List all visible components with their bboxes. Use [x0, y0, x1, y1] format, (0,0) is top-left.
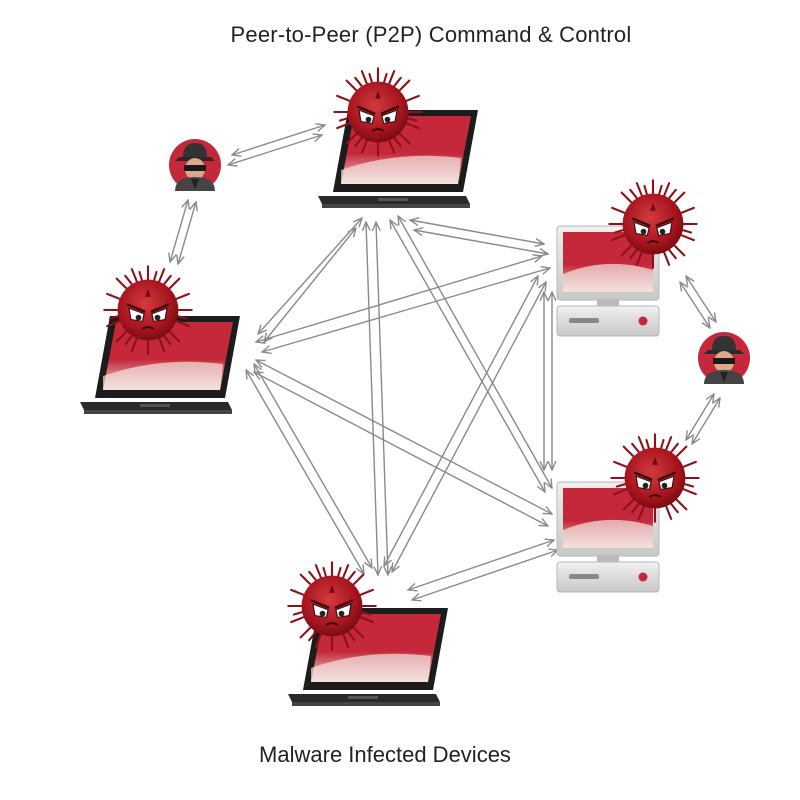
hacker-icon: [698, 332, 750, 384]
virus-icon: [610, 433, 700, 523]
hacker-right: [698, 332, 750, 384]
desktop-upper-right: [556, 179, 698, 337]
virus-icon: [333, 67, 423, 157]
desktop-lower-right: [556, 433, 700, 593]
laptop-top: [318, 67, 478, 208]
laptop-left: [80, 265, 240, 414]
p2p-network-diagram: [80, 67, 750, 706]
virus-icon: [287, 561, 377, 651]
hacker-icon: [169, 139, 221, 191]
hacker-left: [169, 139, 221, 191]
virus-icon: [608, 179, 698, 269]
virus-icon: [103, 265, 193, 355]
